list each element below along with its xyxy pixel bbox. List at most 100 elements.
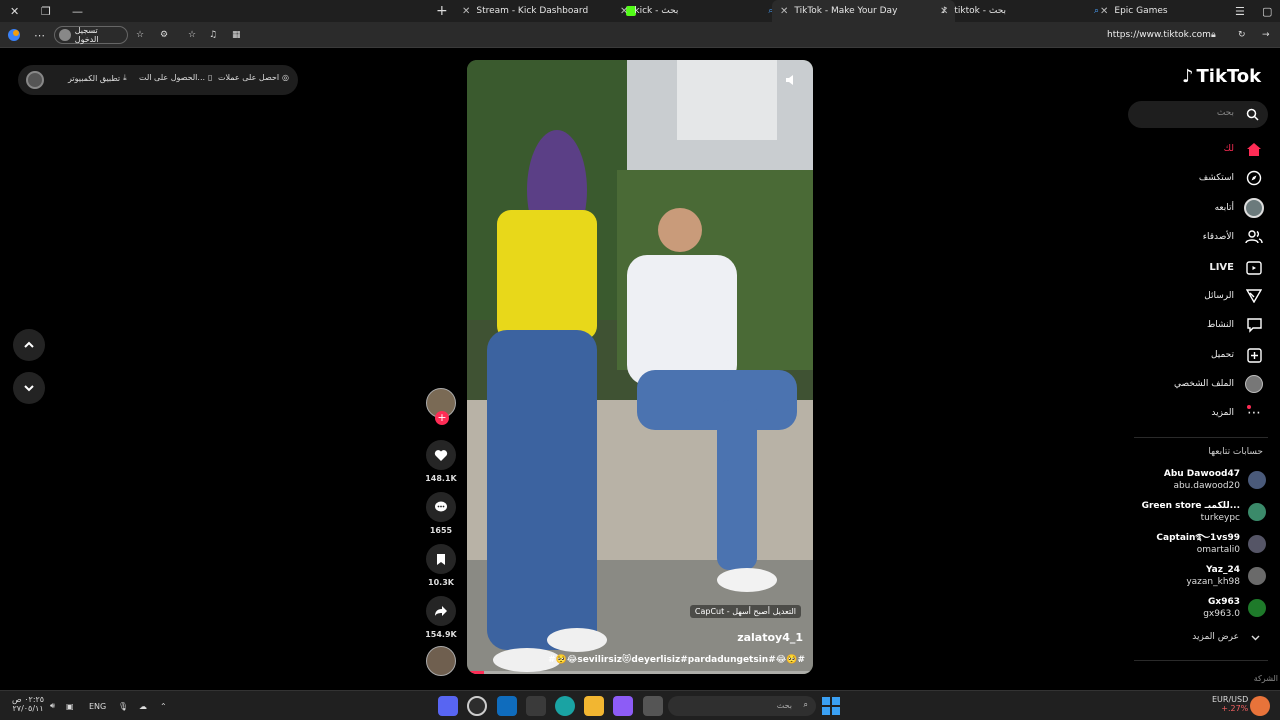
network-icon[interactable]: ▣ [66, 696, 74, 716]
next-video-button[interactable] [13, 372, 45, 404]
get-app-link[interactable]: الحصول على الت... ▯ [139, 73, 212, 82]
nav-profile[interactable]: الملف الشخصي [1174, 372, 1264, 396]
nav-more[interactable]: المزيد ⋯ [1211, 401, 1264, 425]
restore-window-icon[interactable]: ❐ [41, 0, 51, 22]
nav-label: النشاط [1206, 320, 1234, 330]
comment-button[interactable]: 1655 [424, 492, 458, 535]
show-hidden-icons-icon[interactable]: ⌃ [160, 696, 167, 716]
clock[interactable]: ٠٢:٢٥ ص ٢٧/٠٥/١١ [12, 695, 44, 715]
tab-epic-games[interactable]: ✕ Epic Games [1092, 0, 1176, 22]
tab-tiktok-search[interactable]: ✕ tiktok - بحث ⌕ [932, 0, 1107, 22]
desktop-app-link[interactable]: تطبيق الكمبيوتر ⤓ [68, 73, 127, 83]
comment-count: 1655 [429, 526, 453, 535]
follow-plus-icon[interactable]: + [435, 411, 449, 425]
read-aloud-icon[interactable]: ♫ [209, 27, 217, 43]
steam-icon[interactable] [467, 696, 487, 716]
minimize-window-icon[interactable]: — [72, 0, 83, 22]
phone-icon: ▯ [208, 73, 213, 82]
add-favorite-icon[interactable]: ☆ [188, 27, 196, 43]
taskbar-search[interactable]: بحث ⌕ [668, 696, 816, 716]
followed-account[interactable]: Captain࿐1vs99 omartali0 [1156, 530, 1266, 558]
collections-icon[interactable]: ▦ [232, 27, 241, 43]
widgets-icon[interactable] [1250, 696, 1270, 716]
close-tab-icon[interactable]: ✕ [780, 6, 788, 17]
store-icon[interactable] [526, 696, 546, 716]
chevron-down-icon [1251, 635, 1260, 640]
copilot-icon[interactable] [7, 27, 21, 43]
browser-tab-bar: ✕ ❐ — + ✕ Stream - Kick Dashboard ✕ kick… [0, 0, 1280, 22]
more-options-icon[interactable]: ⋯ [34, 27, 45, 43]
new-tab-icon[interactable]: + [436, 0, 448, 22]
signin-button[interactable]: تسجيل الدخول [54, 26, 128, 44]
followed-account[interactable]: Gx963 gx963.0 [1203, 594, 1266, 622]
user-avatar[interactable] [26, 71, 44, 89]
get-coins-link[interactable]: احصل على عملات ◎ [218, 73, 289, 82]
account-name: Yaz_24 [1205, 565, 1240, 575]
tab-list-icon[interactable]: ☰ [1235, 0, 1245, 22]
nav-explore[interactable]: استكشف [1199, 166, 1264, 190]
lock-icon[interactable]: 🔒︎ [1211, 27, 1216, 43]
video-player[interactable]: CapCut - التعديل أصبح أسهل zalatoy4_1 #🥺… [467, 60, 813, 674]
tab-actions-icon[interactable]: ▢ [1262, 0, 1272, 22]
tab-tiktok[interactable]: ✕ TikTok - Make Your Day ♪ [772, 0, 956, 22]
url-text[interactable]: https://www.tiktok.com [1107, 27, 1211, 43]
previous-video-button[interactable] [13, 329, 45, 361]
windows-start-icon[interactable] [822, 697, 840, 715]
volume-icon[interactable] [785, 74, 799, 86]
address-bar: ⋯ تسجيل الدخول ☆ ⚙ ☆ ♫ ▦ https://www.tik… [0, 22, 1280, 48]
close-tab-icon[interactable]: ✕ [940, 6, 948, 17]
outlook-icon[interactable] [497, 696, 517, 716]
extensions-icon[interactable]: ⚙ [160, 27, 168, 43]
company-link[interactable]: الشركة [1254, 674, 1278, 683]
get-coins-label: احصل على عملات [218, 73, 280, 82]
nav-friends[interactable]: الأصدقاء [1203, 225, 1264, 249]
currency-widget[interactable]: EUR/USD +.27% [1212, 695, 1248, 715]
video-progress-bar[interactable] [467, 671, 813, 674]
save-button[interactable]: 10.3K [424, 544, 458, 587]
discord-icon[interactable] [438, 696, 458, 716]
capcut-badge[interactable]: CapCut - التعديل أصبح أسهل [689, 605, 801, 618]
close-tab-icon[interactable]: ✕ [1100, 6, 1108, 17]
close-tab-icon[interactable]: ✕ [462, 6, 470, 17]
volume-icon[interactable]: 🔊︎ [50, 696, 55, 716]
edge-icon[interactable] [555, 696, 575, 716]
language-indicator[interactable]: ENG [89, 696, 106, 716]
video-frame [467, 60, 813, 674]
nav-live[interactable]: LIVE [1209, 255, 1264, 279]
favorites-icon[interactable]: ☆ [136, 27, 144, 43]
tiktok-logo[interactable]: ♪ TikTok [1182, 66, 1261, 87]
copilot-app-icon[interactable] [613, 696, 633, 716]
avatar [1248, 503, 1266, 521]
like-button[interactable]: 148.1K [424, 440, 458, 483]
tray-app-icon[interactable]: ☁ [139, 696, 147, 716]
chevron-down-icon [24, 385, 34, 392]
share-button[interactable]: 154.9K [424, 596, 458, 639]
refresh-icon[interactable]: ↻ [1238, 27, 1246, 43]
followed-account[interactable]: Green store للكمبـ... turkeypc [1142, 498, 1266, 526]
nav-activity[interactable]: النشاط [1207, 313, 1264, 337]
app-window-icon[interactable] [643, 696, 663, 716]
see-more-label: عرض المزيد [1192, 632, 1239, 642]
nav-messages[interactable]: الرسائل [1204, 284, 1264, 308]
close-window-icon[interactable]: ✕ [10, 0, 19, 22]
video-author[interactable]: zalatoy4_1 [737, 631, 803, 644]
nav-following[interactable]: أتابعه [1215, 196, 1264, 220]
followed-account[interactable]: Abu Dawood47 abu.dawood20 [1164, 466, 1266, 494]
forward-icon[interactable]: → [1262, 27, 1270, 43]
see-more-button[interactable]: عرض المزيد [1192, 632, 1260, 642]
music-disc-button[interactable] [424, 646, 458, 676]
nav-label: LIVE [1209, 261, 1234, 273]
search-input[interactable]: بحث [1128, 101, 1268, 128]
microphone-icon[interactable]: 🎙︎ [118, 696, 128, 716]
like-count: 148.1K [425, 474, 457, 483]
tab-kick-search[interactable]: ✕ kick - بحث ⌕ [612, 0, 781, 22]
nav-for-you[interactable]: لك [1224, 137, 1264, 161]
file-explorer-icon[interactable] [584, 696, 604, 716]
search-icon[interactable] [1246, 108, 1259, 121]
more-icon: ⋯ [1247, 405, 1261, 421]
creator-avatar-button[interactable]: + [424, 388, 458, 425]
nav-upload[interactable]: تحميل [1211, 343, 1264, 367]
close-tab-icon[interactable]: ✕ [620, 6, 628, 17]
followed-account[interactable]: Yaz_24 yazan_kh98 [1186, 562, 1266, 590]
desktop-app-label: تطبيق الكمبيوتر [68, 73, 121, 83]
